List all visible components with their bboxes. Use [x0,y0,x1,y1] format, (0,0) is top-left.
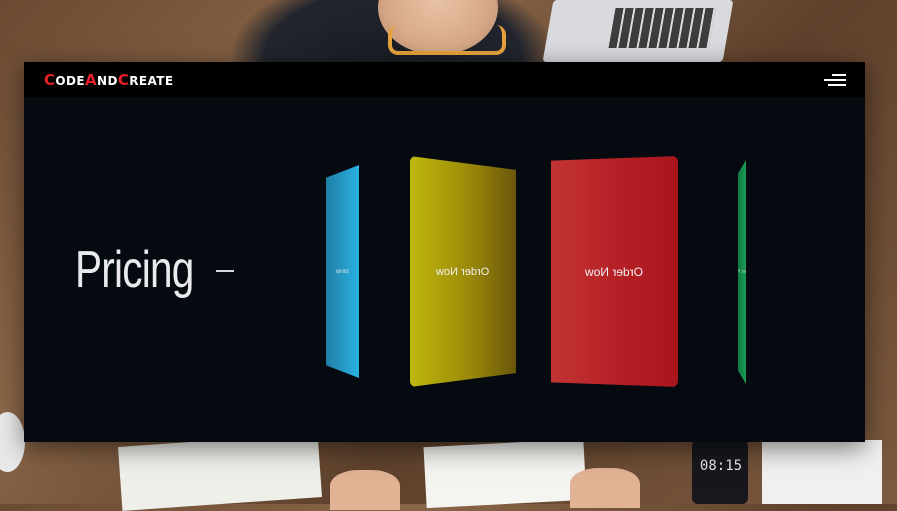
pricing-card-red[interactable]: Order Now [551,156,678,387]
logo-letter: C [44,71,56,89]
order-now-label: Order Now [436,265,490,278]
logo-text: REATE [129,74,174,88]
pricing-card-yellow[interactable]: Order Now [410,156,516,387]
order-now-label: Order Now [585,264,644,279]
bg-glasses [388,25,506,55]
order-now-label: Order Now [729,269,755,275]
title-divider [216,270,234,272]
bg-keyboard [608,8,716,48]
bg-hand-left [330,470,400,510]
bg-phone-time: 08:15 [699,458,743,474]
app-window: CODEANDCREATE Pricing Order Now Order No… [24,62,865,442]
bg-paper-right [762,440,882,504]
logo-text: ODE [55,74,85,88]
pricing-card-green[interactable]: Order Now [738,160,746,384]
brand-logo[interactable]: CODEANDCREATE [44,71,173,89]
logo-letter: C [117,71,130,89]
page-title: Pricing [75,241,194,299]
hamburger-menu-icon[interactable] [824,72,846,88]
top-navbar: CODEANDCREATE [24,62,865,97]
bg-hand-right [570,468,640,508]
pricing-card-blue[interactable]: Order Now [326,165,359,378]
logo-text: ND [97,74,118,88]
logo-letter: A [84,71,97,89]
bg-document [423,438,587,509]
bg-notebook [118,433,322,511]
bg-cup [0,412,25,472]
order-now-label: Order Now [335,268,350,275]
